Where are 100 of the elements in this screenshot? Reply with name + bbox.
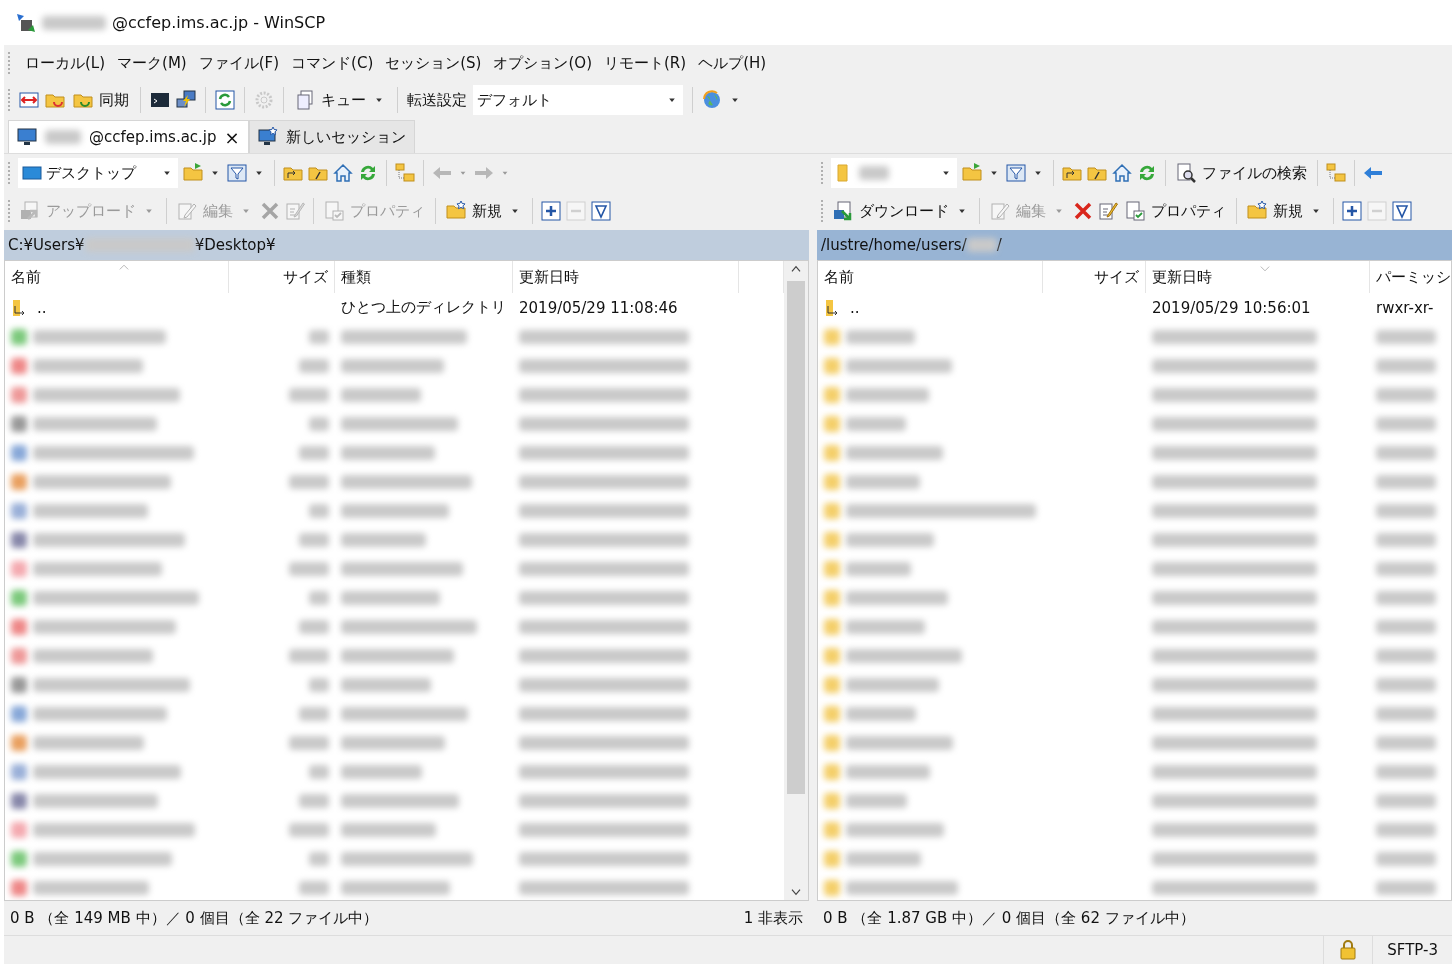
blurred-text (299, 619, 329, 634)
blurred-text (299, 880, 329, 895)
blurred-icon (824, 589, 840, 606)
menu-item[interactable]: ファイル(F) (198, 53, 280, 73)
blurred-text (1376, 561, 1436, 576)
modified-date: 2019/05/29 11:08:46 (519, 298, 678, 317)
new-button[interactable]: 新規 (1245, 201, 1325, 221)
open-folder-icon[interactable] (183, 163, 203, 183)
session-tab[interactable]: @ccfep.ims.ac.jp × (8, 120, 249, 153)
blurred-icon (11, 589, 27, 606)
blurred-text (299, 706, 329, 721)
blurred-text (846, 706, 916, 721)
blurred-icon (11, 763, 27, 780)
blurred-text (1376, 735, 1436, 750)
monitor-icon (17, 127, 37, 147)
blurred-icon (824, 676, 840, 693)
filter-mark-icon[interactable] (1392, 201, 1412, 221)
app-logo-icon (16, 12, 36, 33)
blurred-icon (11, 618, 27, 635)
blurred-icon (11, 444, 27, 461)
new-button[interactable]: 新規 (444, 201, 524, 221)
menu-item[interactable]: ローカル(L) (25, 53, 106, 73)
menu-item[interactable]: オプション(O) (493, 53, 592, 73)
sync-button[interactable]: 同期 (71, 90, 131, 110)
column-header[interactable]: 種類 (335, 261, 513, 293)
blurred-icon (11, 560, 27, 577)
blurred-icon (824, 415, 840, 432)
filter-icon[interactable] (227, 163, 247, 183)
pencil-icon (177, 201, 197, 221)
globe-icon[interactable] (702, 90, 722, 110)
scrollbar[interactable] (784, 261, 808, 900)
documents-icon (295, 90, 315, 110)
blurred-icon (824, 357, 840, 374)
blurred-text (299, 445, 329, 460)
blurred-icon (824, 763, 840, 780)
download-button[interactable]: ダウンロード (831, 201, 971, 221)
blurred-text (1376, 706, 1436, 721)
column-header[interactable]: サイズ (1043, 261, 1146, 293)
home-icon[interactable] (1112, 163, 1132, 183)
session-tab[interactable]: 新しいセッション (248, 120, 415, 153)
plus-icon[interactable] (1342, 201, 1362, 221)
menu-item[interactable]: リモート(R) (604, 53, 687, 73)
close-tab-button[interactable]: × (224, 126, 240, 148)
path-bar: /lustre/home/users/ / (817, 230, 1452, 260)
filter-icon[interactable] (1006, 163, 1026, 183)
menu-item[interactable]: マーク(M) (117, 53, 187, 73)
column-header[interactable]: 名前 (5, 261, 229, 293)
blurred-text (42, 15, 106, 30)
blurred-icon (11, 328, 27, 345)
blurred-text (289, 648, 329, 663)
menu-item[interactable]: ヘルプ(H) (698, 53, 767, 73)
plus-icon[interactable] (541, 201, 561, 221)
compare-icon[interactable] (19, 90, 39, 110)
permissions: rwxr-xr- (1376, 298, 1434, 317)
blurred-icon (824, 531, 840, 548)
column-header[interactable]: 更新日時 (1146, 261, 1370, 293)
properties-icon (1125, 201, 1145, 221)
refresh-icon[interactable] (215, 90, 235, 110)
computers-icon[interactable] (176, 90, 196, 110)
column-header[interactable]: パーミッシ (1370, 261, 1451, 293)
refresh-icon[interactable] (358, 163, 378, 183)
column-header[interactable]: 名前 (818, 261, 1043, 293)
blurred-text (1376, 793, 1436, 808)
terminal-icon[interactable] (150, 90, 170, 110)
blurred-text (299, 793, 329, 808)
delete-icon[interactable] (1073, 201, 1093, 221)
blurred-icon (11, 357, 27, 374)
blurred-text (1376, 851, 1436, 866)
transfer-settings-label: 転送設定 (407, 90, 467, 110)
blurred-text (289, 735, 329, 750)
monitor-icon (257, 127, 278, 147)
menu-item[interactable]: コマンド(C) (291, 53, 374, 73)
find-files-button[interactable]: ファイルの検索 (1174, 163, 1309, 183)
queue-button[interactable]: キュー (293, 90, 388, 110)
lock-icon (1338, 940, 1359, 960)
new-folder-icon (446, 201, 466, 221)
blurred-text (309, 677, 329, 692)
refresh-icon[interactable] (1137, 163, 1157, 183)
rename-icon[interactable] (1098, 201, 1118, 221)
blurred-text (859, 166, 889, 180)
column-header[interactable]: 更新日時 (513, 261, 739, 293)
window-title: @ccfep.ims.ac.jp - WinSCP (112, 13, 326, 32)
blurred-icon (824, 328, 840, 345)
location-dropdown[interactable]: デスクトップ (18, 158, 178, 188)
file-name: .. (850, 298, 860, 317)
properties-button[interactable]: プロパティ (1123, 201, 1228, 221)
home-icon[interactable] (333, 163, 353, 183)
menu-item[interactable]: セッション(S) (385, 53, 482, 73)
file-name: .. (37, 298, 47, 317)
column-header[interactable]: サイズ (229, 261, 335, 293)
folder-tree-icon[interactable] (395, 163, 415, 183)
status-text: 0 B （全 1.87 GB 中）／ 0 個目（全 62 ファイル中） (823, 908, 1195, 928)
blurred-text (1376, 590, 1436, 605)
transfer-settings-dropdown[interactable]: デフォルト (473, 85, 683, 115)
folder-tree-icon[interactable] (1326, 163, 1346, 183)
open-folder-icon[interactable] (962, 163, 982, 183)
blurred-icon (824, 444, 840, 461)
blurred-text (966, 238, 997, 252)
blurred-text (1376, 329, 1436, 344)
filter-mark-icon[interactable] (591, 201, 611, 221)
